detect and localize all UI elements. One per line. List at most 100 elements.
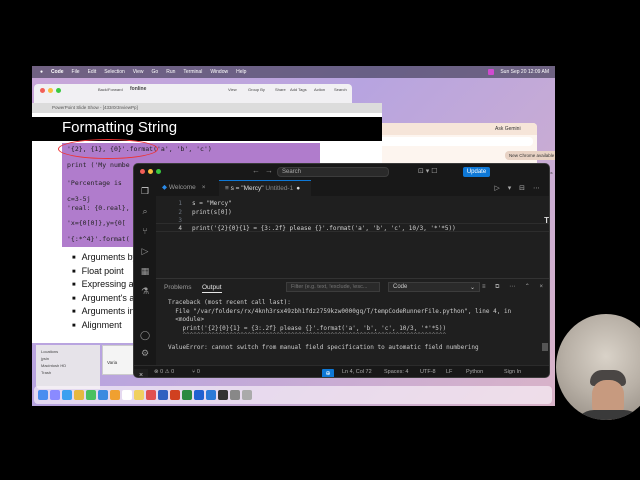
chrome-address-bar[interactable] <box>371 137 533 146</box>
trash-icon[interactable] <box>242 390 252 400</box>
chrome-icon[interactable] <box>74 390 84 400</box>
code-line[interactable]: print(s[0]) <box>192 209 232 216</box>
vscode-window: ←→ Search ⊡ ▾ ☐ Update ❐ ⌕ ⑂ ▷ ▦ ⚗ ◯ ⚙ ◆… <box>133 163 550 378</box>
sidebar-item-home[interactable]: jysin <box>41 355 95 362</box>
code-editor[interactable]: 1 2 3 4 s = "Mercy" print(s[0]) print('{… <box>156 196 549 278</box>
mail-icon[interactable] <box>98 390 108 400</box>
tab-close-icon[interactable]: × <box>202 184 206 191</box>
minimize-icon[interactable] <box>148 169 153 174</box>
sidebar-item-trash[interactable]: Trash <box>41 369 95 376</box>
minimize-icon[interactable] <box>48 88 53 93</box>
menu-go[interactable]: Go <box>152 69 159 75</box>
extensions-icon[interactable]: ▦ <box>140 266 150 276</box>
powerpoint-icon[interactable] <box>170 390 180 400</box>
nav-arrows-icon[interactable]: ←→ <box>252 166 278 175</box>
toolbar-search[interactable]: Search <box>334 87 347 92</box>
menu-bar: ● Code File Edit Selection View Go Run T… <box>32 66 555 78</box>
notes-icon[interactable] <box>134 390 144 400</box>
code-line[interactable]: print('{2}{0}{1} = {3:.2f} please {}'.fo… <box>192 225 456 232</box>
status-position[interactable]: Ln 4, Col 72 <box>342 369 372 375</box>
apple-icon[interactable]: ● <box>40 69 43 75</box>
explorer-icon[interactable]: ❐ <box>140 186 150 196</box>
run-debug-icon[interactable]: ▷ <box>140 246 150 256</box>
status-ports[interactable]: ⑂ 0 <box>192 369 200 375</box>
calendar-icon[interactable] <box>122 390 132 400</box>
status-app-icon[interactable] <box>488 69 495 75</box>
output-line: ValueError: cannot switch from manual fi… <box>168 344 479 351</box>
close-icon[interactable] <box>40 88 45 93</box>
source-control-icon[interactable]: ⑂ <box>140 226 150 236</box>
slide-code-line: 'x={0[0]},y={0[ <box>67 219 126 227</box>
new-chrome-button[interactable]: New Chrome available <box>505 151 555 160</box>
output-line: Traceback (most recent call last): <box>168 299 291 306</box>
update-button[interactable]: Update <box>463 167 490 177</box>
launchpad-icon[interactable] <box>50 390 60 400</box>
menu-selection[interactable]: Selection <box>104 69 125 75</box>
settings-icon[interactable] <box>230 390 240 400</box>
zoom-in-icon[interactable]: ⊕ <box>322 369 334 377</box>
panel-actions[interactable]: ≡ ⧉ ⋯ ⌃ × <box>482 283 547 291</box>
vscode-icon[interactable] <box>206 390 216 400</box>
menu-terminal[interactable]: Terminal <box>183 69 202 75</box>
zoom-icon[interactable] <box>56 88 61 93</box>
tab-output[interactable]: Output <box>202 284 222 293</box>
menu-view[interactable]: View <box>133 69 144 75</box>
toolbar-add-tags[interactable]: Add Tags <box>290 87 307 92</box>
status-bar: × ⊗ 0 ⚠ 0 ⑂ 0 ⊕ Ln 4, Col 72 Spaces: 4 U… <box>134 365 549 377</box>
toolbar-share[interactable]: Share <box>275 87 286 92</box>
menu-file[interactable]: File <box>72 69 80 75</box>
tab-problems[interactable]: Problems <box>164 284 191 291</box>
clock[interactable]: Sun Sep 20 12:09 AM <box>500 69 549 75</box>
zoom-app-icon[interactable] <box>194 390 204 400</box>
account-icon[interactable]: ◯ <box>140 330 150 340</box>
command-center-search[interactable]: Search <box>277 167 389 177</box>
manage-gear-icon[interactable]: ⚙ <box>140 348 150 358</box>
mini-window: Varia <box>102 345 136 375</box>
menu-window[interactable]: Window <box>210 69 228 75</box>
zoom-icon[interactable] <box>156 169 161 174</box>
menu-help[interactable]: Help <box>236 69 246 75</box>
ask-gemini-button[interactable]: Ask Gemini <box>495 126 535 134</box>
toolbar-group-by[interactable]: Group By <box>248 87 265 92</box>
toolbar-view[interactable]: View <box>228 87 237 92</box>
sidebar-item-macintosh-hd[interactable]: Macintosh HD <box>41 362 95 369</box>
person-shirt <box>574 410 640 420</box>
status-eol[interactable]: LF <box>446 369 452 375</box>
annotation-circle <box>58 139 158 159</box>
menu-run[interactable]: Run <box>166 69 175 75</box>
layout-icons[interactable]: ⊡ ▾ ☐ <box>418 167 438 175</box>
menu-edit[interactable]: Edit <box>88 69 97 75</box>
tab-welcome[interactable]: ◆ Welcome × <box>156 180 218 196</box>
output-channel-select[interactable]: Code ⌄ <box>388 282 480 292</box>
close-icon[interactable] <box>140 169 145 174</box>
status-account[interactable]: Sign In <box>504 369 521 375</box>
music-icon[interactable] <box>146 390 156 400</box>
messages-icon[interactable] <box>86 390 96 400</box>
menu-app[interactable]: Code <box>51 69 64 75</box>
slide-code-line: c=3-5j <box>67 195 91 203</box>
dock <box>34 386 552 404</box>
photos-icon[interactable] <box>110 390 120 400</box>
testing-icon[interactable]: ⚗ <box>140 286 150 296</box>
status-spaces[interactable]: Spaces: 4 <box>384 369 408 375</box>
word-icon[interactable] <box>158 390 168 400</box>
bullet-item: Arguments in <box>72 306 141 320</box>
excel-icon[interactable] <box>182 390 192 400</box>
tab-untitled-sub: Untitled-1 <box>265 185 294 192</box>
back-forward-label[interactable]: Back/Forward <box>98 87 123 92</box>
tab-untitled[interactable]: ≡ s = "Mercy" Untitled-1 ● <box>219 180 311 196</box>
run-actions[interactable]: ▷ ▾ ⊟ ⋯ <box>494 184 543 192</box>
search-icon[interactable]: ⌕ <box>140 206 150 216</box>
finder-icon[interactable] <box>38 390 48 400</box>
scroll-thumb[interactable] <box>542 343 548 351</box>
output-filter-input[interactable]: Filter (e.g. text, !exclude, \esc... <box>286 282 380 292</box>
safari-icon[interactable] <box>62 390 72 400</box>
status-language[interactable]: Python <box>466 369 483 375</box>
status-encoding[interactable]: UTF-8 <box>420 369 436 375</box>
terminal-icon[interactable] <box>218 390 228 400</box>
remote-icon[interactable]: × <box>134 369 148 377</box>
code-line[interactable]: s = "Mercy" <box>192 200 232 207</box>
toolbar-action[interactable]: Action <box>314 87 325 92</box>
status-problems[interactable]: ⊗ 0 ⚠ 0 <box>154 369 174 375</box>
modified-dot-icon[interactable]: ● <box>296 185 300 192</box>
